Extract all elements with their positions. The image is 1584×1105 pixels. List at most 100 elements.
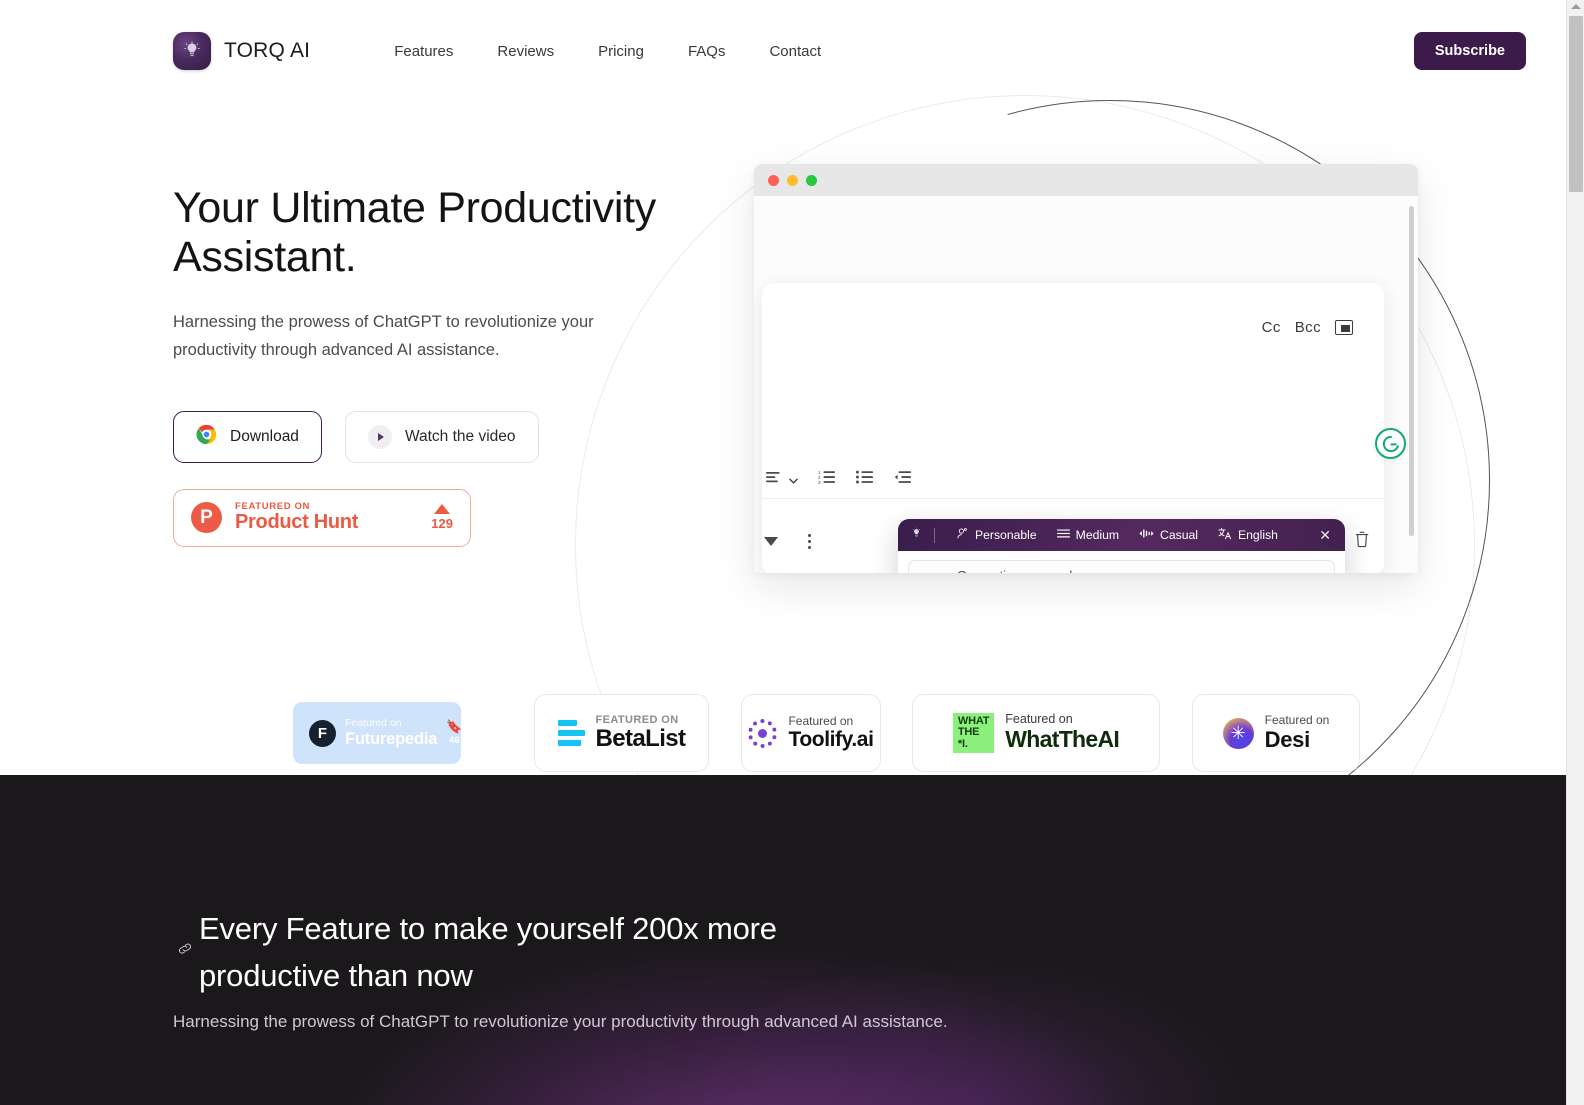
download-label: Download (230, 427, 299, 445)
browser-scrollbar[interactable] (1566, 0, 1584, 1105)
ai-option-medium-label: Medium (1075, 528, 1120, 542)
mock-scrollbar[interactable] (1409, 206, 1414, 536)
product-hunt-name: Product Hunt (235, 511, 359, 534)
subscribe-button[interactable]: Subscribe (1413, 32, 1526, 70)
designer-featured-label: Featured on (1264, 713, 1330, 728)
window-titlebar (754, 164, 1418, 196)
close-icon[interactable]: ✕ (1317, 527, 1333, 544)
image-icon[interactable] (1335, 320, 1353, 335)
persona-icon (956, 527, 969, 543)
asterisk-icon: ✳ (1222, 717, 1254, 749)
ai-option-personable[interactable]: Personable (946, 527, 1047, 543)
window-body: Cc Bcc 1 2 3 Personable Medium Casual En… (754, 196, 1418, 573)
product-hunt-vote-count: 129 (431, 516, 453, 532)
chevron-down-icon[interactable] (789, 471, 798, 488)
ai-option-medium[interactable]: Medium (1047, 528, 1129, 542)
bulleted-list-icon[interactable] (856, 470, 874, 488)
designer-text: Featured on Desi (1264, 713, 1330, 752)
ai-option-casual[interactable]: Casual (1129, 528, 1208, 542)
whattheai-name: WhatTheAI (1005, 726, 1120, 753)
svg-text:3: 3 (818, 480, 821, 485)
dotted-ring-icon (748, 718, 778, 748)
chrome-icon (196, 424, 217, 450)
upvote-triangle-icon (434, 504, 451, 515)
logo-card-toolify[interactable]: Featured on Toolify.ai (741, 694, 881, 772)
features-subtitle: Harnessing the prowess of ChatGPT to rev… (173, 1012, 948, 1031)
toolify-text: Featured on Toolify.ai (788, 714, 874, 752)
send-caret-icon[interactable] (764, 537, 778, 546)
whattheai-mark-line-2: THE (957, 726, 980, 739)
logo-card-designer[interactable]: ✳ Featured on Desi (1192, 694, 1360, 772)
nav-item-pricing[interactable]: Pricing (576, 35, 666, 68)
download-button[interactable]: Download (173, 410, 322, 463)
ai-option-casual-label: Casual (1160, 528, 1198, 542)
tone-icon (1139, 528, 1154, 542)
hero-title-line-2: Assistant. (173, 233, 357, 282)
ai-status-text: Generating new reply (957, 568, 1079, 574)
email-compose-card: Cc Bcc 1 2 3 Personable Medium Casual En… (762, 283, 1406, 573)
product-hunt-votes: 129 (431, 504, 453, 531)
hero-content: Your Ultimate Productivity Assistant. Ha… (173, 184, 713, 547)
bcc-link[interactable]: Bcc (1295, 319, 1321, 336)
grammarly-icon[interactable] (1375, 428, 1406, 459)
watch-video-button[interactable]: Watch the video (344, 410, 539, 463)
product-hunt-badge[interactable]: P FEATURED ON Product Hunt 129 (173, 488, 471, 547)
more-options-icon[interactable] (808, 534, 811, 549)
whattheai-text: Featured on WhatTheAI (1005, 712, 1120, 753)
ai-status-wrap: Generating new reply (898, 551, 1345, 573)
translate-icon (1218, 527, 1232, 543)
numbered-list-icon[interactable]: 123 (818, 470, 836, 488)
nav-item-features[interactable]: Features (372, 35, 475, 68)
designer-name: Desi (1264, 726, 1311, 752)
site-header: TORQ AI Features Reviews Pricing FAQs Co… (0, 0, 1566, 102)
window-maximize-dot[interactable] (806, 174, 817, 186)
ai-popup-toolbar: Personable Medium Casual English ✕ (898, 519, 1345, 551)
ai-option-personable-label: Personable (975, 528, 1037, 542)
ai-option-english[interactable]: English (1208, 527, 1288, 543)
window-close-dot[interactable] (768, 174, 779, 186)
futurepedia-featured-label: Featured on (345, 717, 402, 730)
whattheai-mark-icon: WHAT THE *I. (952, 713, 995, 753)
features-title: Every Feature to make yourself 200x more… (199, 911, 777, 994)
nav-item-reviews[interactable]: Reviews (475, 35, 576, 68)
futurepedia-icon: F (309, 719, 336, 747)
nav-item-contact[interactable]: Contact (747, 35, 843, 68)
logo-card-betalist[interactable]: FEATURED ON BetaList (534, 694, 709, 772)
lightbulb-icon (173, 32, 211, 70)
product-screenshot-window: Cc Bcc 1 2 3 Personable Medium Casual En… (754, 164, 1418, 573)
length-icon (1056, 528, 1070, 542)
brand[interactable]: TORQ AI (173, 32, 310, 70)
trash-icon[interactable] (1354, 530, 1370, 554)
indent-decrease-icon[interactable] (894, 470, 912, 488)
featured-logos-strip: F Featured on Futurepedia 🔖 46 FEATURED … (0, 694, 1566, 776)
betalist-name: BetaList (595, 725, 686, 753)
futurepedia-count-wrap: 🔖 46 (446, 720, 461, 746)
ai-option-english-label: English (1237, 528, 1278, 542)
futurepedia-name: Futurepedia (345, 729, 438, 748)
lightbulb-icon (910, 526, 923, 544)
futurepedia-count: 46 (449, 735, 460, 746)
align-icon[interactable] (766, 471, 783, 488)
bars-icon (557, 720, 585, 746)
logo-card-futurepedia[interactable]: F Featured on Futurepedia 🔖 46 (293, 702, 461, 764)
product-hunt-icon: P (191, 502, 222, 534)
ai-assistant-popup: Personable Medium Casual English ✕ (898, 519, 1345, 573)
loading-dots-icon (922, 572, 945, 573)
whattheai-featured-label: Featured on (1005, 712, 1073, 727)
toolbar-divider (934, 527, 935, 543)
cc-link[interactable]: Cc (1262, 319, 1281, 336)
compose-divider (762, 498, 1384, 499)
bookmark-icon: 🔖 (446, 719, 461, 734)
nav-item-faqs[interactable]: FAQs (666, 35, 748, 68)
cc-bcc-row: Cc Bcc (1262, 319, 1353, 336)
ai-status-field[interactable]: Generating new reply (908, 560, 1335, 573)
toolify-name: Toolify.ai (788, 728, 874, 752)
hero-title-line-1: Your Ultimate Productivity (173, 184, 656, 232)
window-minimize-dot[interactable] (787, 174, 798, 186)
logo-card-whattheai[interactable]: WHAT THE *I. Featured on WhatTheAI (912, 694, 1160, 772)
scrollbar-thumb[interactable] (1569, 16, 1583, 192)
page-title: Your Ultimate Productivity Assistant. (173, 184, 713, 282)
scroll-up-arrow-icon[interactable] (1570, 4, 1581, 9)
betalist-text: FEATURED ON BetaList (595, 714, 686, 753)
page-root: TORQ AI Features Reviews Pricing FAQs Co… (0, 0, 1584, 1105)
